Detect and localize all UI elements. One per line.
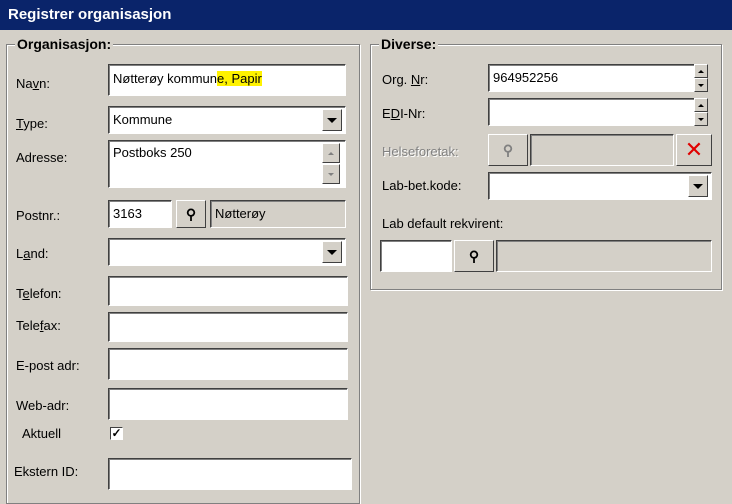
- diverse-group-title: Diverse:: [379, 36, 439, 52]
- land-select[interactable]: [108, 238, 346, 266]
- postnr-label: Postnr.:: [16, 208, 61, 223]
- binoculars-icon: ⚲: [468, 248, 480, 264]
- postnr-field[interactable]: 3163: [108, 200, 172, 228]
- window-title: Registrer organisasjon: [0, 0, 732, 30]
- helseforetak-label: Helseforetak:: [382, 144, 459, 159]
- adresse-scroll-up[interactable]: [322, 143, 340, 163]
- type-select[interactable]: Kommune: [108, 106, 346, 134]
- telefon-label: Telefon:: [16, 286, 62, 301]
- navn-field[interactable]: Nøtterøy kommune, Papir: [108, 64, 346, 96]
- type-dropdown-button[interactable]: [322, 109, 342, 131]
- spin-up-icon: [698, 69, 704, 73]
- ekstern-field[interactable]: [108, 458, 352, 490]
- epost-label: E-post adr:: [16, 358, 80, 373]
- aktuell-checkbox[interactable]: ✓: [110, 427, 123, 440]
- postnr-search-button[interactable]: ⚲: [176, 200, 206, 228]
- helseforetak-search-button: ⚲: [488, 134, 528, 166]
- labbet-dropdown-button[interactable]: [688, 175, 708, 197]
- navn-label: Navn:: [16, 76, 50, 91]
- epost-field[interactable]: [108, 348, 348, 380]
- chevron-down-icon: [327, 249, 337, 255]
- orgnr-label: Org. Nr:: [382, 72, 429, 87]
- spin-down-icon: [698, 117, 704, 121]
- binoculars-icon: ⚲: [185, 206, 197, 222]
- aktuell-label: Aktuell: [22, 426, 62, 441]
- edi-spin-up[interactable]: [694, 98, 708, 112]
- ekstern-label: Ekstern ID:: [14, 464, 79, 479]
- organisasjon-group-title: Organisasjon:: [15, 36, 114, 52]
- labdefault-code-field[interactable]: [380, 240, 452, 272]
- telefon-field[interactable]: [108, 276, 348, 306]
- helseforetak-field: [530, 134, 674, 166]
- spin-down-icon: [698, 83, 704, 87]
- binoculars-icon: ⚲: [502, 142, 514, 158]
- chevron-down-icon: [327, 117, 337, 123]
- scroll-up-icon: [328, 151, 334, 155]
- web-field[interactable]: [108, 388, 348, 420]
- orgnr-field[interactable]: 964952256: [488, 64, 696, 92]
- edi-field[interactable]: [488, 98, 696, 126]
- adresse-scroll-down[interactable]: [322, 164, 340, 184]
- chevron-down-icon: [693, 183, 703, 189]
- telefax-field[interactable]: [108, 312, 348, 342]
- labdefault-label: Lab default rekvirent:: [382, 216, 504, 231]
- spin-up-icon: [698, 103, 704, 107]
- adresse-label: Adresse:: [16, 150, 68, 165]
- poststed-field: Nøtterøy: [210, 200, 346, 228]
- type-label: Type:: [16, 116, 48, 131]
- labbet-label: Lab-bet.kode:: [382, 178, 462, 193]
- telefax-label: Telefax:: [16, 318, 61, 333]
- labdefault-search-button[interactable]: ⚲: [454, 240, 494, 272]
- scroll-down-icon: [328, 172, 334, 176]
- orgnr-spin-up[interactable]: [694, 64, 708, 78]
- labdefault-name-field: [496, 240, 712, 272]
- close-icon: ✕: [684, 137, 704, 162]
- edi-spin-down[interactable]: [694, 112, 708, 126]
- edi-label: EDI-Nr:: [382, 106, 426, 121]
- adresse-textarea[interactable]: Postboks 250: [108, 140, 346, 188]
- helseforetak-clear-button[interactable]: ✕: [676, 134, 712, 166]
- land-label: Land:: [16, 246, 49, 261]
- web-label: Web-adr:: [16, 398, 70, 413]
- land-dropdown-button[interactable]: [322, 241, 342, 263]
- labbet-select[interactable]: [488, 172, 712, 200]
- orgnr-spin-down[interactable]: [694, 78, 708, 92]
